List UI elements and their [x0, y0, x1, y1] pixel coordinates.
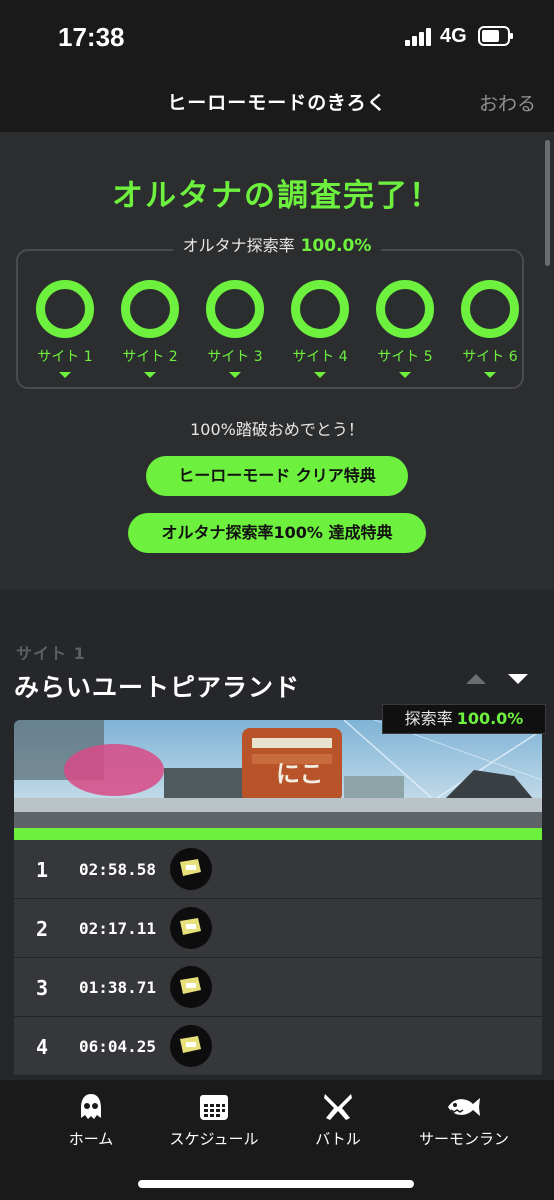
site-label: サイト 5	[377, 349, 433, 365]
record-time: 02:17.11	[78, 919, 156, 938]
record-list: 1 02:58.58 2 02:17.11 3 01:38.71 4 06:04…	[14, 840, 542, 1076]
record-time: 01:38.71	[78, 978, 156, 997]
next-site-button[interactable]	[508, 674, 528, 684]
progress-ring-icon	[206, 280, 264, 338]
page-title: ヒーローモードのきろく	[167, 92, 387, 114]
exploration-rate-label: オルタナ探索率 100.0%	[0, 232, 554, 256]
tab-label: サーモンラン	[418, 1130, 509, 1148]
summary-panel: オルタナの調査完了！ オルタナ探索率 100.0% サイト 1 サイト 2 サイト…	[0, 132, 554, 590]
chevron-down-icon	[59, 372, 71, 378]
tab-home[interactable]: ホーム	[56, 1092, 126, 1149]
tab-label: ホーム	[68, 1130, 114, 1148]
salmon-icon	[448, 1098, 480, 1116]
status-bar: 17:38 4G	[0, 0, 554, 70]
previous-site-button[interactable]	[466, 674, 486, 684]
progress-ring-icon	[291, 280, 349, 338]
site-image: にこ	[14, 720, 542, 828]
record-time: 02:58.58	[78, 860, 156, 879]
progress-ring-icon	[461, 280, 519, 338]
weapon-icon	[170, 966, 212, 1008]
list-item[interactable]: 1 02:58.58	[14, 840, 542, 899]
image-sign-text: にこ	[276, 760, 324, 788]
chevron-down-icon	[229, 372, 241, 378]
congrats-text: 100%踏破おめでとう！	[190, 420, 364, 439]
record-number: 2	[36, 917, 49, 941]
exploration-reward-button[interactable]: オルタナ探索率100% 達成特典	[128, 513, 426, 553]
chevron-down-icon	[314, 372, 326, 378]
signal-icon	[405, 28, 431, 46]
tab-label: スケジュール	[169, 1130, 259, 1148]
network-type: 4G	[440, 25, 467, 47]
tab-schedule[interactable]: スケジュール	[164, 1092, 264, 1149]
complete-title: オルタナの調査完了！	[112, 178, 442, 214]
weapon-icon	[170, 848, 212, 890]
chevron-down-icon	[399, 372, 411, 378]
close-button[interactable]: おわる	[479, 89, 536, 116]
progress-ring-icon	[36, 280, 94, 338]
progress-ring-icon	[376, 280, 434, 338]
record-number: 1	[36, 858, 49, 882]
hero-clear-reward-button[interactable]: ヒーローモード クリア特典	[146, 456, 408, 496]
site-label: サイト 4	[292, 349, 348, 365]
tab-label: バトル	[315, 1130, 361, 1148]
record-number: 4	[36, 1035, 49, 1059]
rate-label-text: オルタナ探索率	[182, 236, 295, 255]
site-number: サイト 1	[16, 644, 86, 663]
weapon-icon	[170, 907, 212, 949]
site-rate-value: 100.0%	[456, 709, 524, 728]
site-label: サイト 6	[462, 349, 518, 365]
tab-battle[interactable]: バトル	[303, 1092, 373, 1149]
progress-ring-icon	[121, 280, 179, 338]
calendar-icon	[200, 1095, 228, 1120]
chevron-down-icon	[144, 372, 156, 378]
rate-value: 100.0%	[300, 236, 372, 256]
site-label: サイト 2	[122, 349, 178, 365]
squid-icon	[81, 1094, 101, 1119]
tab-salmon-run[interactable]: サーモンラン	[414, 1092, 514, 1149]
site-rate-label: 探索率	[404, 709, 453, 728]
list-item[interactable]: 2 02:17.11	[14, 899, 542, 958]
record-time: 06:04.25	[78, 1037, 156, 1056]
list-item[interactable]: 3 01:38.71	[14, 958, 542, 1017]
site-label: サイト 3	[207, 349, 263, 365]
status-time: 17:38	[58, 22, 125, 52]
record-number: 3	[36, 976, 49, 1000]
home-indicator[interactable]	[138, 1180, 414, 1188]
chevron-down-icon	[484, 372, 496, 378]
site-item-1[interactable]: サイト 1	[30, 280, 100, 378]
list-item[interactable]: 4 06:04.25	[14, 1017, 542, 1076]
header: ヒーローモードのきろく おわる	[0, 70, 554, 132]
site-item-4[interactable]: サイト 4	[285, 280, 355, 378]
site-item-2[interactable]: サイト 2	[115, 280, 185, 378]
site-list: サイト 1 サイト 2 サイト 3 サイト 4 サイト 5 サイト 6	[30, 280, 526, 380]
scrollbar[interactable]	[545, 140, 550, 266]
battle-icon	[324, 1094, 352, 1120]
site-detail-panel: サイト 1 みらいユートピアランド にこ 探索率 100.0% 1 02:58.…	[0, 590, 554, 1080]
site-item-3[interactable]: サイト 3	[200, 280, 270, 378]
site-progress-bar	[14, 828, 542, 840]
site-item-5[interactable]: サイト 5	[370, 280, 440, 378]
site-label: サイト 1	[37, 349, 93, 365]
weapon-icon	[170, 1025, 212, 1067]
site-name: みらいユートピアランド	[14, 673, 301, 702]
site-rate-badge: 探索率 100.0%	[382, 704, 546, 734]
site-item-6[interactable]: サイト 6	[455, 280, 525, 378]
battery-icon	[478, 26, 513, 46]
